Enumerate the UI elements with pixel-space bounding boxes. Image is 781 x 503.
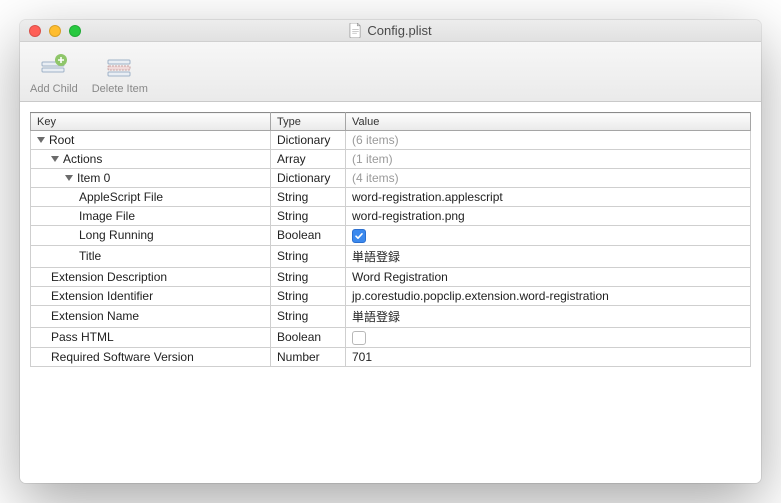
table-row[interactable]: Extension Identifier String jp.corestudio.… (31, 286, 751, 305)
type-cell[interactable]: Array (271, 150, 346, 169)
value-label: (6 items) (352, 133, 399, 147)
value-label: 単語登録 (352, 250, 400, 264)
window-title: Config.plist (367, 23, 431, 38)
minimize-button[interactable] (49, 25, 61, 37)
key-label: Image File (79, 209, 135, 223)
value-label: word-registration.applescript (352, 190, 503, 204)
value-label: (4 items) (352, 171, 399, 185)
key-cell[interactable]: Image File (31, 207, 271, 226)
value-cell[interactable] (346, 226, 751, 246)
type-cell[interactable]: String (271, 305, 346, 327)
key-cell[interactable]: Root (31, 131, 271, 150)
zoom-button[interactable] (69, 25, 81, 37)
add-child-button[interactable]: Add Child (30, 53, 78, 95)
key-cell[interactable]: Item 0 (31, 169, 271, 188)
value-cell[interactable]: (4 items) (346, 169, 751, 188)
key-label: Item 0 (77, 171, 110, 185)
value-label: 701 (352, 350, 372, 364)
key-cell[interactable]: Title (31, 245, 271, 267)
traffic-lights (20, 25, 81, 37)
table-row[interactable]: Pass HTML Boolean (31, 327, 751, 347)
key-label: Root (49, 133, 74, 147)
type-cell[interactable]: Number (271, 347, 346, 366)
key-label: Extension Name (51, 309, 139, 323)
value-label: (1 item) (352, 152, 393, 166)
header-key[interactable]: Key (31, 113, 271, 131)
type-cell[interactable]: String (271, 188, 346, 207)
type-cell[interactable]: Boolean (271, 327, 346, 347)
checkbox[interactable] (352, 229, 366, 243)
table-row[interactable]: Extension Description String Word Registra… (31, 267, 751, 286)
table-row[interactable]: AppleScript File String word-registration.… (31, 188, 751, 207)
value-cell[interactable]: word-registration.applescript (346, 188, 751, 207)
value-label: 単語登録 (352, 310, 400, 324)
plist-table: Key Type Value Root Dictionary (6 items) Ac… (30, 112, 751, 367)
key-cell[interactable]: Extension Name (31, 305, 271, 327)
type-cell[interactable]: Dictionary (271, 169, 346, 188)
key-label: Actions (63, 152, 102, 166)
titlebar: Config.plist (20, 20, 761, 42)
close-button[interactable] (29, 25, 41, 37)
content-area: Key Type Value Root Dictionary (6 items) Ac… (20, 102, 761, 483)
header-value[interactable]: Value (346, 113, 751, 131)
key-label: Pass HTML (51, 330, 114, 344)
value-cell[interactable]: (1 item) (346, 150, 751, 169)
editor-window: Config.plist Add Child (20, 20, 761, 483)
table-row[interactable]: Title String 単語登録 (31, 245, 751, 267)
value-cell[interactable]: 701 (346, 347, 751, 366)
key-label: AppleScript File (79, 190, 163, 204)
type-cell[interactable]: String (271, 267, 346, 286)
disclosure-triangle-icon[interactable] (37, 137, 45, 143)
value-label: word-registration.png (352, 209, 465, 223)
delete-item-icon (104, 53, 136, 81)
value-cell[interactable]: 単語登録 (346, 245, 751, 267)
disclosure-triangle-icon[interactable] (51, 156, 59, 162)
key-cell[interactable]: Long Running (31, 226, 271, 246)
type-cell[interactable]: Boolean (271, 226, 346, 246)
type-cell[interactable]: String (271, 245, 346, 267)
key-label: Extension Description (51, 270, 167, 284)
table-row[interactable]: Item 0 Dictionary (4 items) (31, 169, 751, 188)
value-label: jp.corestudio.popclip.extension.word-reg… (352, 289, 609, 303)
key-cell[interactable]: Extension Identifier (31, 286, 271, 305)
key-cell[interactable]: Actions (31, 150, 271, 169)
value-label: Word Registration (352, 270, 448, 284)
window-title-area: Config.plist (20, 23, 761, 38)
key-cell[interactable]: Required Software Version (31, 347, 271, 366)
key-label: Required Software Version (51, 350, 194, 364)
value-cell[interactable]: (6 items) (346, 131, 751, 150)
checkbox[interactable] (352, 331, 366, 345)
value-cell[interactable]: 単語登録 (346, 305, 751, 327)
key-cell[interactable]: AppleScript File (31, 188, 271, 207)
table-row[interactable]: Root Dictionary (6 items) (31, 131, 751, 150)
delete-item-button[interactable]: Delete Item (92, 53, 148, 95)
add-child-icon (38, 53, 70, 81)
table-row[interactable]: Extension Name String 単語登録 (31, 305, 751, 327)
disclosure-triangle-icon[interactable] (65, 175, 73, 181)
table-header-row: Key Type Value (31, 113, 751, 131)
key-label: Title (79, 249, 101, 263)
value-cell[interactable]: jp.corestudio.popclip.extension.word-reg… (346, 286, 751, 305)
value-cell[interactable]: Word Registration (346, 267, 751, 286)
table-row[interactable]: Actions Array (1 item) (31, 150, 751, 169)
type-cell[interactable]: String (271, 207, 346, 226)
table-row[interactable]: Required Software Version Number 701 (31, 347, 751, 366)
table-row[interactable]: Long Running Boolean (31, 226, 751, 246)
document-icon (349, 23, 362, 38)
add-child-label: Add Child (30, 83, 78, 95)
value-cell[interactable] (346, 327, 751, 347)
toolbar: Add Child Delete Item (20, 42, 761, 102)
key-label: Long Running (79, 228, 154, 242)
table-row[interactable]: Image File String word-registration.png (31, 207, 751, 226)
type-cell[interactable]: String (271, 286, 346, 305)
type-cell[interactable]: Dictionary (271, 131, 346, 150)
key-cell[interactable]: Extension Description (31, 267, 271, 286)
header-type[interactable]: Type (271, 113, 346, 131)
delete-item-label: Delete Item (92, 83, 148, 95)
key-cell[interactable]: Pass HTML (31, 327, 271, 347)
key-label: Extension Identifier (51, 289, 153, 303)
value-cell[interactable]: word-registration.png (346, 207, 751, 226)
